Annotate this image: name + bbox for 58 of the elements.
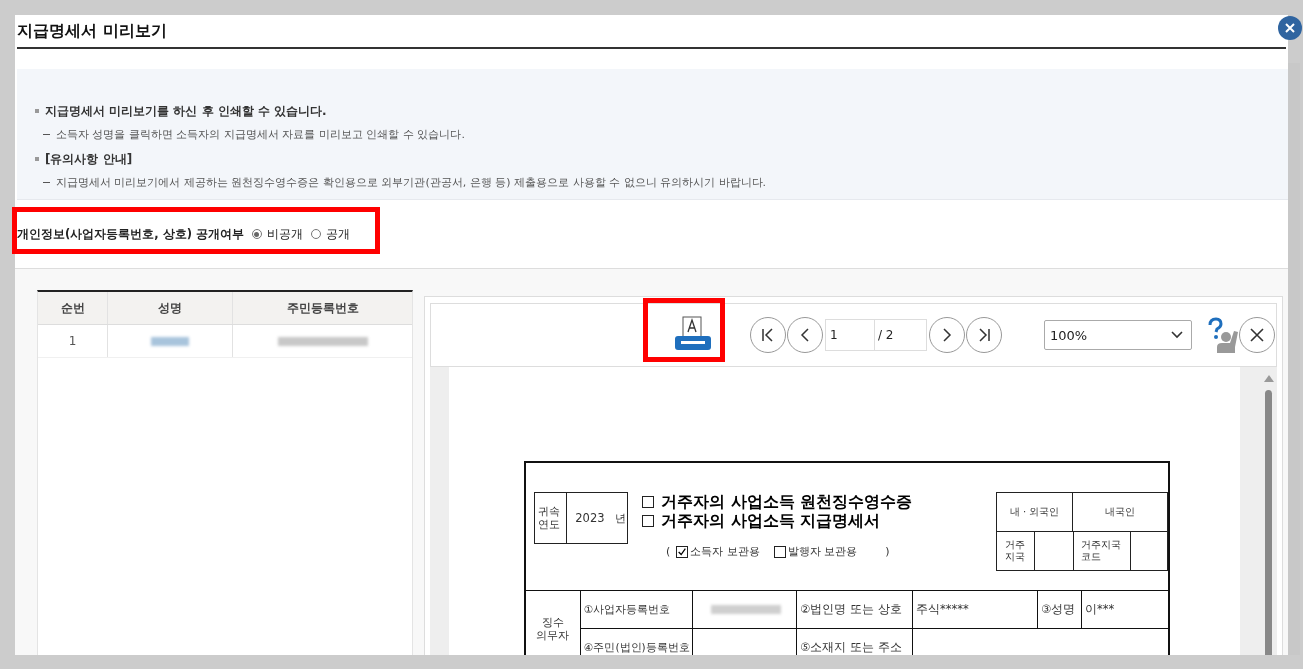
- bullet-icon: [35, 109, 39, 113]
- radio-button[interactable]: [310, 229, 321, 239]
- close-icon: [1248, 326, 1266, 344]
- first-page-button[interactable]: [750, 317, 786, 353]
- page-total: / 2: [877, 327, 894, 344]
- column-header: 순번: [38, 292, 108, 324]
- notice-text: 지급명세서 미리보기를 하신 후 인쇄할 수 있습니다.: [45, 102, 327, 120]
- dash-icon: [43, 133, 50, 135]
- scroll-up-icon: [1263, 375, 1274, 382]
- radio-button[interactable]: [251, 229, 262, 239]
- parenthesis: ): [885, 545, 890, 558]
- table-cell-text: 이***: [1084, 601, 1116, 618]
- table-cell: ⑤소재지 또는 주소: [797, 629, 913, 655]
- caret-icon: [1171, 331, 1183, 339]
- notice-text: 소득자 성명을 클릭하면 소득자의 지급명세서 자료를 미리보고 인쇄할 수 있습니다.: [56, 126, 465, 142]
- scrollbar[interactable]: [1240, 367, 1277, 655]
- page-field[interactable]: 1 / 2: [825, 319, 927, 351]
- year-value: 2023: [575, 511, 605, 525]
- first-page-icon: [760, 327, 776, 343]
- privacy-label: 개인정보(사업자등록번호, 상호) 공개여부: [17, 226, 244, 242]
- scroll-thumb[interactable]: [1265, 390, 1272, 655]
- parenthesis: (: [666, 545, 671, 558]
- table-cell: ④주민(법인)등록번호: [581, 629, 693, 655]
- year-label: 귀속 연도: [535, 493, 568, 543]
- table-cell: ②법인명 또는 상호: [797, 591, 913, 628]
- column-header: 성명: [108, 292, 233, 324]
- radio-label[interactable]: 비공개: [266, 226, 303, 242]
- window-title: 지급명세서 미리보기: [17, 20, 167, 42]
- table-cell-text: 거주지국 코드: [1080, 538, 1122, 564]
- close-button[interactable]: [1239, 317, 1275, 353]
- year-unit: 년: [614, 510, 626, 526]
- redacted-mark: [151, 336, 189, 346]
- notice-text: [유의사항 안내]: [45, 150, 133, 168]
- previous-page-button[interactable]: [787, 317, 823, 353]
- table-cell: ①사업자등록번호: [581, 591, 693, 628]
- zoom-select[interactable]: 100%: [1044, 320, 1192, 350]
- redacted-mark: [711, 605, 781, 614]
- last-page-button[interactable]: [966, 317, 1002, 353]
- table-cell: ③성명: [1038, 591, 1082, 628]
- table-cell: 내 · 외국인: [997, 493, 1073, 531]
- column-header: 주민등록번호: [285, 299, 360, 317]
- table-cell-text: 내국인: [1104, 505, 1136, 519]
- form-title: 거주자의 사업소득 원천징수영수증: [661, 491, 913, 513]
- close-button[interactable]: [1278, 16, 1302, 40]
- table-cell: 1: [38, 325, 108, 357]
- form-title: 거주자의 사업소득 지급명세서: [661, 510, 881, 532]
- bullet-icon: [35, 157, 39, 161]
- table-cell-text: 징수 의무자: [535, 615, 571, 643]
- table-cell-text: 거주 지국: [1004, 538, 1026, 564]
- last-page-icon: [976, 327, 992, 343]
- table-cell: 주식*****: [913, 591, 1038, 628]
- radio-label[interactable]: 공개: [325, 226, 350, 242]
- notice-text: 지급명세서 미리보기에서 제공하는 원천징수영수증은 확인용으로 외부기관(관공서, 은행 등) 제출용으로 사용할 수 없으니 유의하시기 바랍니다.: [56, 174, 767, 190]
- close-icon: [1284, 22, 1296, 34]
- checkbox-label: 소득자 보관용: [690, 544, 760, 559]
- checkbox-label: 발행자 보관용: [787, 544, 858, 559]
- next-page-button[interactable]: [929, 317, 965, 353]
- dash-icon: [43, 181, 50, 183]
